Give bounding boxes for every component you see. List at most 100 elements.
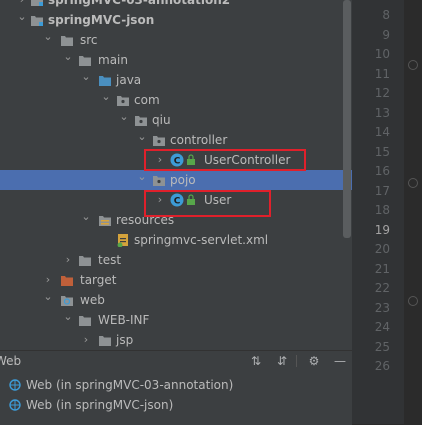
gear-icon[interactable]: ⚙ (306, 353, 322, 369)
line-number: 17 (374, 183, 390, 198)
excluded-folder-icon (60, 273, 74, 287)
highlight-box-user (144, 190, 271, 217)
chevron-right-icon[interactable]: › (62, 250, 74, 270)
tree-item-pojo[interactable]: ⌄ pojo (0, 170, 352, 190)
chevron-down-icon[interactable]: ⌄ (118, 110, 130, 130)
web-folder-icon (60, 293, 74, 307)
xml-file-icon (116, 233, 130, 248)
tree-item-label: com (134, 93, 160, 107)
web-facet-icon (8, 378, 22, 392)
tree-item-label: controller (170, 133, 228, 147)
expand-all-icon[interactable]: ⇅ (248, 353, 264, 369)
resources-folder-icon (98, 213, 112, 227)
folder-icon (78, 53, 92, 67)
line-number: 25 (374, 339, 390, 354)
tree-item-web[interactable]: ⌄ web (0, 290, 352, 310)
tree-item-label: main (98, 53, 128, 67)
tree-item-main[interactable]: ⌄ main (0, 50, 352, 70)
tree-item-label: springMVC-json (48, 13, 155, 27)
tree-item-label: java (116, 73, 142, 87)
toolbar-divider (296, 355, 297, 367)
web-facet-item[interactable]: Web (in springMVC-json) (0, 395, 352, 415)
folder-icon (98, 333, 112, 347)
tree-item-qiu[interactable]: ⌄ qiu (0, 110, 352, 130)
web-tool-window: Web ⇅ ⇵ ⚙ — Web (in springMVC-03-annotat… (0, 350, 352, 425)
chevron-right-icon[interactable]: › (42, 270, 54, 290)
module-folder-icon (30, 0, 44, 7)
tree-item-label: WEB-INF (98, 313, 150, 327)
fold-marker-icon[interactable] (408, 296, 418, 306)
chevron-down-icon[interactable]: ⌄ (136, 170, 148, 190)
web-panel-header: Web ⇅ ⇵ ⚙ — (0, 351, 352, 371)
fold-marker-icon[interactable] (408, 178, 418, 188)
chevron-down-icon[interactable]: ⌄ (80, 210, 92, 230)
minimize-icon[interactable]: — (332, 353, 348, 369)
project-tree[interactable]: › springMVC-03-annotation2 ⌄ springMVC-json… (0, 0, 352, 350)
line-number: 11 (374, 66, 390, 81)
tree-item-src[interactable]: ⌄ src (0, 30, 352, 50)
chevron-down-icon[interactable]: ⌄ (136, 130, 148, 150)
tree-item-controller[interactable]: ⌄ controller (0, 130, 352, 150)
tree-item-test[interactable]: › test (0, 250, 352, 270)
line-number: 13 (374, 105, 390, 120)
package-icon (116, 93, 130, 107)
chevron-down-icon[interactable]: ⌄ (100, 90, 112, 110)
web-facet-item[interactable]: Web (in springMVC-03-annotation) (0, 375, 352, 395)
line-number: 12 (374, 86, 390, 100)
package-icon (152, 173, 166, 187)
line-number: 8 (382, 8, 390, 22)
tree-item-label: target (80, 273, 117, 287)
line-number: 21 (374, 261, 390, 276)
line-number: 26 (374, 359, 390, 373)
tree-item-java[interactable]: ⌄ java (0, 70, 352, 90)
line-number: 10 (374, 47, 390, 61)
module-folder-icon (30, 13, 44, 27)
line-number: 14 (374, 125, 390, 139)
highlight-box-usercontroller (144, 149, 306, 171)
tree-item-target[interactable]: › target (0, 270, 352, 290)
chevron-down-icon[interactable]: ⌄ (80, 70, 92, 90)
tree-item-web-inf[interactable]: ⌄ WEB-INF (0, 310, 352, 330)
folder-icon (78, 313, 92, 327)
line-number: 23 (374, 300, 390, 315)
web-panel-title: Web (0, 354, 22, 368)
line-number: 19 (374, 222, 390, 237)
tree-item-label: pojo (170, 173, 196, 187)
package-icon (134, 113, 148, 127)
fold-marker-icon[interactable] (408, 60, 418, 70)
tree-item-label: springMVC-03-annotation2 (48, 0, 231, 7)
line-number: 18 (374, 203, 390, 217)
tree-item-label: springmvc-servlet.xml (134, 233, 269, 247)
line-number: 9 (382, 27, 390, 42)
tree-item-label: web (80, 293, 105, 307)
tree-item-springmvc-servlet-xml[interactable]: springmvc-servlet.xml (0, 230, 352, 250)
tree-item-jsp[interactable]: › jsp (0, 330, 352, 350)
tree-item-springmvc-json[interactable]: ⌄ springMVC-json (0, 10, 352, 30)
chevron-down-icon[interactable]: ⌄ (42, 290, 54, 310)
tree-item-com[interactable]: ⌄ com (0, 90, 352, 110)
chevron-down-icon[interactable]: ⌄ (62, 50, 74, 70)
line-number: 20 (374, 242, 390, 256)
line-number: 24 (374, 320, 390, 334)
tree-item-springmvc-03-annotation2[interactable]: › springMVC-03-annotation2 (0, 0, 352, 10)
line-number: 22 (374, 281, 390, 295)
collapse-all-icon[interactable]: ⇵ (274, 353, 290, 369)
chevron-down-icon[interactable]: ⌄ (16, 10, 28, 30)
chevron-down-icon[interactable]: ⌄ (62, 310, 74, 330)
chevron-right-icon[interactable]: › (16, 0, 28, 10)
source-folder-icon (98, 73, 112, 87)
line-number: 15 (374, 144, 390, 159)
web-facet-label: Web (in springMVC-03-annotation) (26, 378, 234, 392)
tree-item-label: jsp (116, 333, 134, 347)
folder-icon (60, 33, 74, 47)
tree-item-label: qiu (152, 113, 171, 127)
web-facet-label: Web (in springMVC-json) (26, 398, 174, 412)
line-number: 16 (374, 164, 390, 178)
web-facet-icon (8, 398, 22, 412)
chevron-right-icon[interactable]: › (80, 330, 92, 350)
folder-icon (78, 253, 92, 267)
chevron-down-icon[interactable]: ⌄ (42, 30, 54, 50)
line-number-gutter: 8 9 10 11 12 13 14 15 16 17 18 19 20 21 22 23 24 25 26 (352, 0, 404, 424)
tree-item-label: test (98, 253, 122, 267)
package-icon (152, 133, 166, 147)
